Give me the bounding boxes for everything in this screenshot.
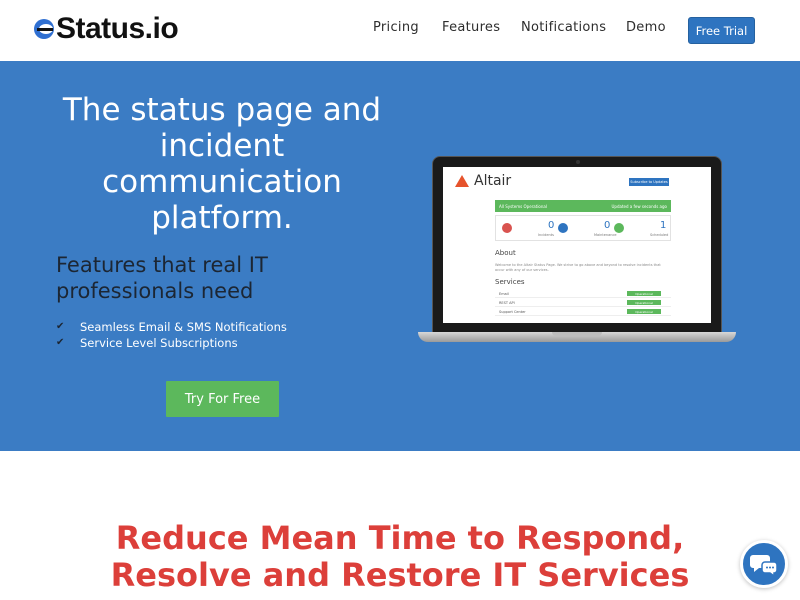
check-icon: ✔ bbox=[56, 321, 65, 332]
feature-label: Service Level Subscriptions bbox=[80, 336, 238, 350]
check-icon: ✔ bbox=[56, 337, 65, 348]
logo-text: Status.io bbox=[56, 12, 179, 45]
nav-demo[interactable]: Demo bbox=[626, 20, 666, 35]
nav-features[interactable]: Features bbox=[442, 20, 500, 35]
maintenance-icon bbox=[558, 223, 568, 233]
feature-item: ✔ Seamless Email & SMS Notifications bbox=[56, 319, 287, 335]
nav-pricing[interactable]: Pricing bbox=[373, 20, 419, 35]
feature-item: ✔ Service Level Subscriptions bbox=[56, 335, 287, 351]
preview-service-row: Email Operational bbox=[495, 290, 671, 298]
preview-banner-text: All Systems Operational bbox=[499, 203, 547, 209]
stat-label: Scheduled bbox=[650, 233, 669, 237]
laptop-lid: Altair Subscribe to Updates All Systems … bbox=[432, 156, 722, 336]
section-headline: Reduce Mean Time to Respond, Resolve and… bbox=[110, 519, 690, 594]
preview-service-row: Support Center Operational bbox=[495, 308, 671, 316]
preview-about-title: About bbox=[495, 249, 516, 257]
feature-label: Seamless Email & SMS Notifications bbox=[80, 320, 287, 334]
service-name: REST API bbox=[499, 300, 515, 305]
feature-list: ✔ Seamless Email & SMS Notifications ✔ Ser… bbox=[56, 319, 287, 351]
scheduled-icon bbox=[614, 223, 624, 233]
stat-label: Incidents bbox=[538, 233, 554, 237]
preview-banner-time: Updated a few seconds ago bbox=[611, 203, 668, 209]
service-status: Operational bbox=[627, 300, 661, 305]
preview-about-text: Welcome to the Altair Status Page. We st… bbox=[495, 263, 661, 272]
mttr-section: Reduce Mean Time to Respond, Resolve and… bbox=[0, 451, 800, 600]
incident-icon bbox=[502, 223, 512, 233]
try-for-free-button[interactable]: Try For Free bbox=[166, 381, 279, 417]
preview-subscribe-button: Subscribe to Updates bbox=[629, 178, 669, 186]
preview-services-title: Services bbox=[495, 278, 525, 286]
altair-triangle-icon bbox=[455, 175, 469, 187]
logo-e-icon bbox=[34, 15, 58, 43]
service-name: Support Center bbox=[499, 309, 526, 314]
stat-value: 1 bbox=[660, 220, 667, 231]
stat-value: 0 bbox=[548, 220, 555, 231]
camera-icon bbox=[576, 160, 580, 164]
hero-subtitle: Features that real IT professionals need bbox=[56, 253, 268, 303]
free-trial-button[interactable]: Free Trial bbox=[688, 17, 755, 44]
site-header: Status.io Pricing Features Notifications… bbox=[0, 0, 800, 61]
nav-notifications[interactable]: Notifications bbox=[521, 20, 606, 35]
estatus-logo[interactable]: Status.io bbox=[34, 11, 179, 47]
stat-value: 0 bbox=[604, 220, 611, 231]
preview-stats: 0 Incidents 0 Maintenance 1 Scheduled bbox=[495, 215, 671, 241]
laptop-mockup: Altair Subscribe to Updates All Systems … bbox=[418, 156, 736, 346]
service-name: Email bbox=[499, 291, 509, 296]
status-page-preview: Altair Subscribe to Updates All Systems … bbox=[443, 167, 711, 323]
service-status: Operational bbox=[627, 291, 661, 296]
preview-service-row: REST API Operational bbox=[495, 299, 671, 307]
hero-title: The status page and incident communicati… bbox=[62, 92, 382, 236]
service-status: Operational bbox=[627, 309, 661, 314]
altair-logo: Altair bbox=[455, 173, 511, 189]
altair-logo-text: Altair bbox=[474, 173, 512, 189]
stat-label: Maintenance bbox=[594, 233, 617, 237]
preview-status-banner: All Systems Operational Updated a few se… bbox=[495, 200, 671, 212]
chat-widget-button[interactable] bbox=[740, 540, 788, 588]
chat-bubbles-icon bbox=[750, 555, 778, 576]
laptop-notch bbox=[552, 332, 602, 336]
